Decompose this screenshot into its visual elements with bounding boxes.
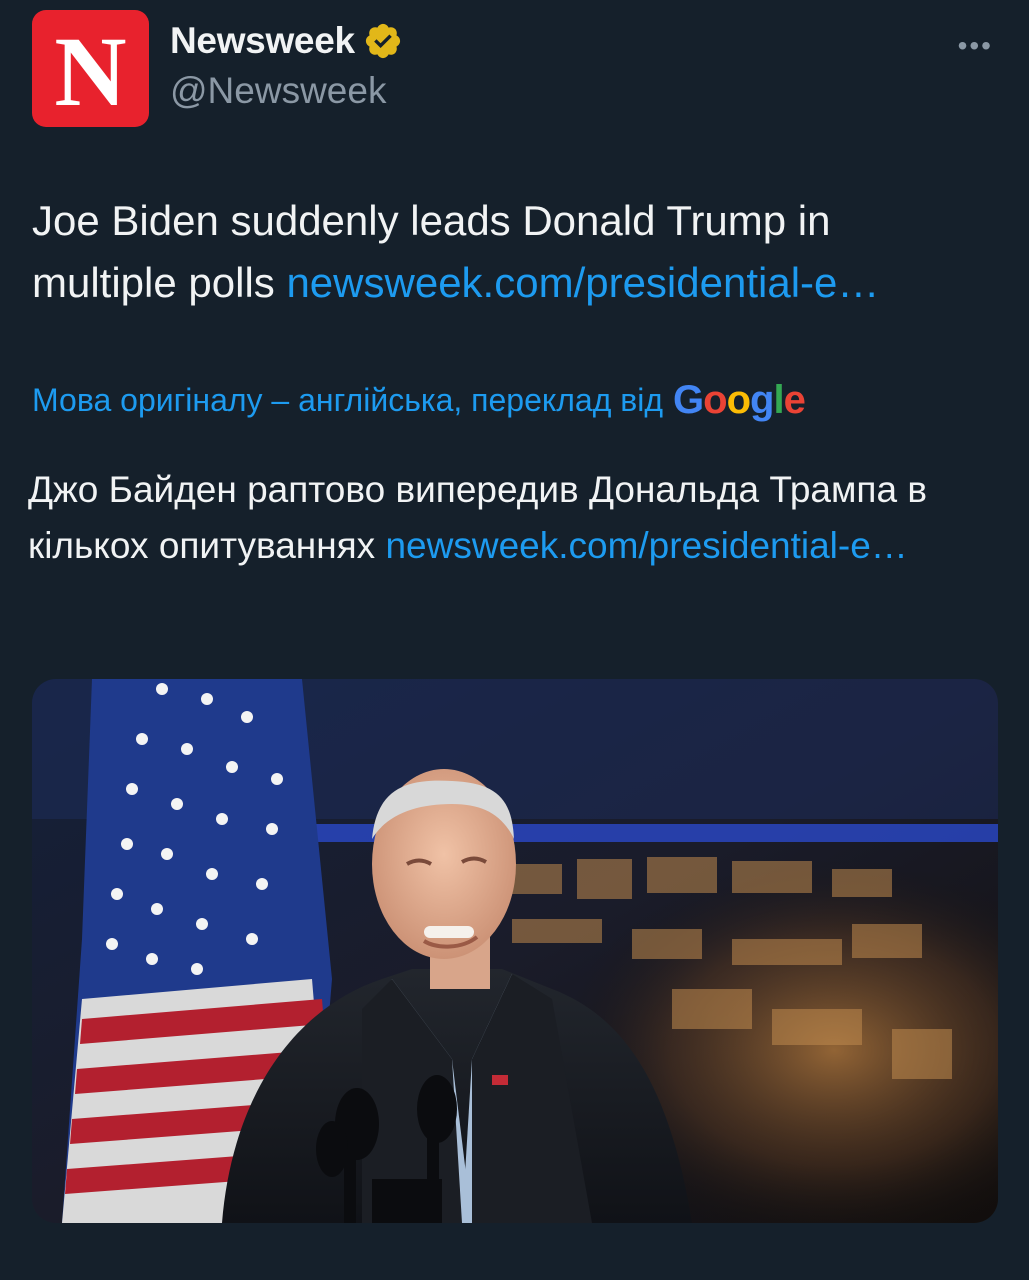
author-name-row: Newsweek: [170, 20, 403, 62]
more-options-button[interactable]: •••: [958, 30, 993, 62]
author-handle[interactable]: @Newsweek: [170, 70, 386, 112]
tweet-media-image[interactable]: [32, 679, 998, 1223]
photo-biden-at-podium: [32, 679, 998, 1223]
google-letter: e: [783, 378, 806, 422]
author-display-name[interactable]: Newsweek: [170, 20, 355, 62]
tweet-link[interactable]: newsweek.com/presidential-e…: [286, 259, 879, 306]
google-logo: Google: [673, 378, 806, 423]
google-letter: o: [726, 378, 751, 422]
google-letter: G: [673, 378, 704, 422]
translation-label: Мова оригіналу – англійська, переклад ві…: [32, 382, 664, 418]
translation-attribution[interactable]: Мова оригіналу – англійська, переклад ві…: [32, 378, 806, 423]
author-avatar[interactable]: N: [32, 10, 149, 127]
translated-link[interactable]: newsweek.com/presidential-e…: [385, 525, 907, 566]
tweet-text: Joe Biden suddenly leads Donald Trump in…: [32, 190, 982, 314]
translated-text: Джо Байден раптово випередив Дональда Тр…: [28, 462, 988, 574]
google-letter: l: [773, 378, 784, 422]
avatar-logo-letter: N: [54, 15, 127, 127]
verified-badge-icon: [365, 23, 400, 59]
google-letter: o: [703, 378, 727, 422]
google-letter: g: [750, 378, 774, 422]
